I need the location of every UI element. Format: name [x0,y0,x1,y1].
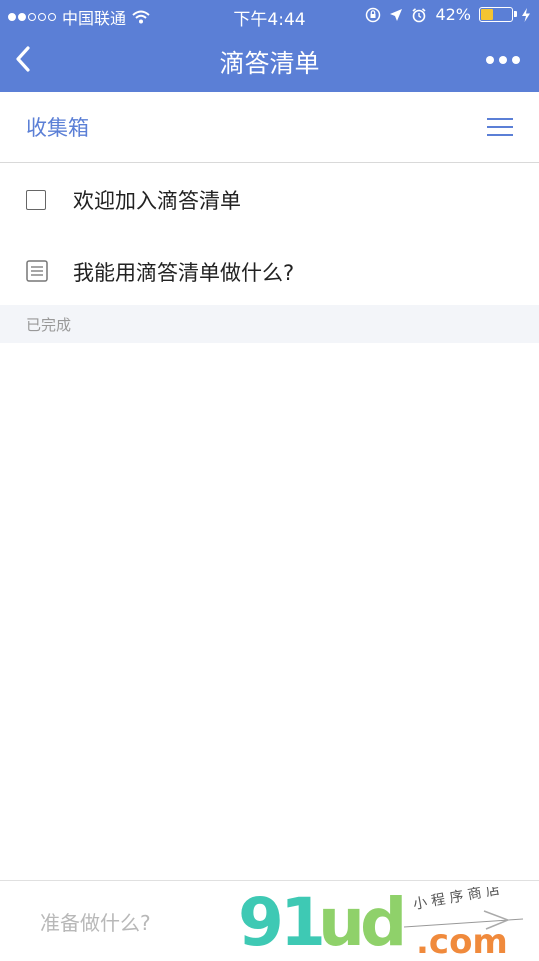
svg-text:9: 9 [238,887,284,957]
watermark-logo: 9 1 u d .com 小 程 序 商 店 [238,887,524,957]
svg-text:.com: .com [416,922,508,957]
checkbox-icon[interactable] [26,190,46,210]
svg-text:小 程 序 商 店: 小 程 序 商 店 [412,887,501,913]
svg-text:u: u [318,887,365,957]
task-item[interactable]: 欢迎加入滴答清单 [0,163,539,233]
more-dot [499,56,507,64]
list-header: 收集箱 [0,92,539,163]
status-bar: 中国联通 下午4:44 42% [0,0,539,30]
location-arrow-icon [390,8,403,21]
navigation-bar: 滴答清单 [0,30,539,92]
charging-icon [522,7,530,22]
note-icon [26,260,48,282]
status-right: 42% [365,5,531,24]
battery-percent: 42% [435,5,471,24]
completed-label: 已完成 [26,316,72,334]
add-task-input[interactable]: 准备做什么? [40,907,151,936]
top-bar: 中国联通 下午4:44 42% 滴答清单 [0,0,539,92]
completed-section[interactable]: 已完成 [0,305,539,343]
task-label: 欢迎加入滴答清单 [73,189,241,213]
orientation-lock-icon [366,7,381,22]
hamburger-icon[interactable] [487,118,513,136]
list-title[interactable]: 收集箱 [26,112,89,142]
bottom-input-bar: 准备做什么? 9 1 u d .com 小 程 序 商 店 [0,880,539,961]
more-button[interactable] [483,50,523,70]
task-label: 我能用滴答清单做什么? [73,261,295,285]
battery-icon [479,7,517,22]
alarm-icon [412,7,426,22]
svg-text:d: d [360,887,407,957]
more-dot [512,56,520,64]
more-dot [486,56,494,64]
page-title: 滴答清单 [219,49,320,78]
task-item[interactable]: 我能用滴答清单做什么? [0,235,539,305]
